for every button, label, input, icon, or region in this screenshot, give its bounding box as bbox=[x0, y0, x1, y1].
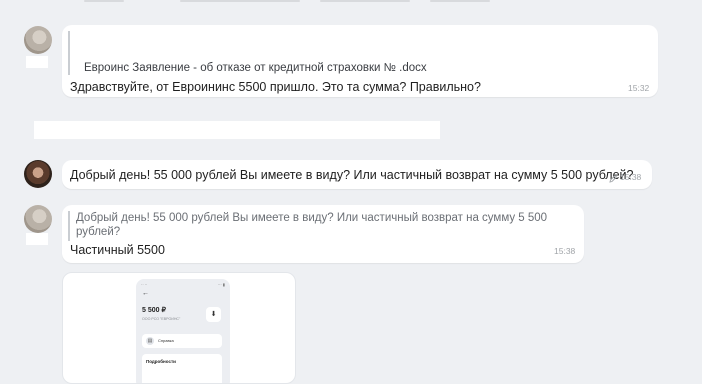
previous-message-fragment bbox=[0, 0, 702, 8]
avatar[interactable] bbox=[24, 160, 52, 188]
attachment-thumbnail-redacted bbox=[74, 31, 646, 59]
phone-status-time: ·· ·· bbox=[141, 282, 148, 287]
phone-screenshot: ·· ·· ··· ▮ ← 5 500 ₽ ООО РСО "ЕВРОИНС" … bbox=[136, 279, 230, 383]
pencil-icon bbox=[608, 171, 618, 183]
phone-status-icons: ··· ▮ bbox=[217, 282, 225, 287]
phone-company: ООО РСО "ЕВРОИНС" bbox=[142, 317, 181, 321]
message-bubble[interactable]: Добрый день! 55 000 рублей Вы имеете в в… bbox=[62, 160, 652, 189]
download-icon: ⬇ bbox=[206, 307, 221, 322]
avatar[interactable] bbox=[24, 205, 52, 233]
avatar[interactable] bbox=[24, 26, 52, 54]
phone-amount: 5 500 ₽ bbox=[142, 307, 166, 314]
attachment-preview[interactable]: Евроинс Заявление - об отказе от кредитн… bbox=[68, 31, 650, 75]
message-bubble[interactable]: Добрый день! 55 000 рублей Вы имеете в в… bbox=[62, 205, 584, 263]
message-time: 15:38 bbox=[620, 172, 642, 182]
message-bubble[interactable]: Евроинс Заявление - об отказе от кредитн… bbox=[62, 25, 658, 97]
arrow-left-icon: ← bbox=[142, 290, 149, 297]
message-text: Здравствуйте, от Евроининс 5500 пришло. … bbox=[70, 80, 481, 94]
document-icon: ▤ bbox=[146, 337, 154, 345]
redacted-area bbox=[34, 121, 440, 139]
phone-reference-label: Справка bbox=[158, 338, 174, 343]
redacted-name bbox=[26, 233, 48, 245]
message-time: 15:38 bbox=[554, 246, 576, 256]
image-attachment[interactable]: ·· ·· ··· ▮ ← 5 500 ₽ ООО РСО "ЕВРОИНС" … bbox=[62, 272, 296, 384]
phone-details-label: Подробности bbox=[146, 359, 176, 364]
message-text: Частичный 5500 bbox=[70, 243, 165, 257]
redacted-name bbox=[26, 56, 48, 68]
phone-reference-row: ▤ Справка bbox=[142, 334, 222, 348]
message-time: 15:32 bbox=[628, 83, 650, 93]
attachment-filename[interactable]: Евроинс Заявление - об отказе от кредитн… bbox=[84, 61, 427, 75]
message-text: Добрый день! 55 000 рублей Вы имеете в в… bbox=[70, 168, 634, 182]
phone-details-card: Подробности bbox=[142, 354, 222, 383]
quoted-text: Добрый день! 55 000 рублей Вы имеете в в… bbox=[76, 212, 548, 238]
quoted-message[interactable]: Добрый день! 55 000 рублей Вы имеете в в… bbox=[68, 211, 576, 241]
